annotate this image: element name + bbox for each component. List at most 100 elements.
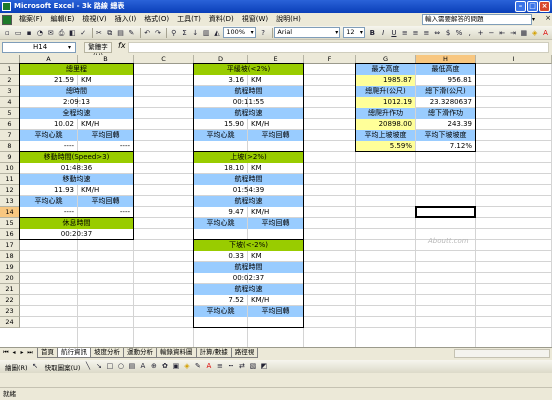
column-header[interactable]: G — [356, 55, 416, 64]
cell-avg-hr-label[interactable]: 平均心跳 — [20, 130, 77, 141]
underline-icon[interactable]: U — [390, 28, 399, 38]
arrow-style-icon[interactable]: ⇄ — [237, 362, 246, 371]
cell-min-alt-label[interactable]: 最低高度 — [416, 64, 475, 75]
line-style-icon[interactable]: ≡ — [215, 362, 224, 371]
column-header[interactable]: F — [304, 55, 356, 64]
row-header[interactable]: 12 — [0, 185, 20, 196]
row-header[interactable]: 5 — [0, 108, 20, 119]
column-header[interactable]: B — [78, 55, 134, 64]
merge-center-icon[interactable]: ⇔ — [433, 28, 442, 38]
row-header[interactable]: 20 — [0, 273, 20, 284]
row-header[interactable]: 23 — [0, 306, 20, 317]
cell-rest-time-value[interactable]: 00:20:37 — [20, 229, 133, 240]
save-icon[interactable]: ▪ — [25, 28, 34, 38]
arrow-icon[interactable]: ↘ — [94, 362, 103, 371]
cell-climb-work-value[interactable]: 20898.00 — [356, 119, 415, 130]
print-preview-icon[interactable]: ◧ — [68, 28, 77, 38]
cell-max-alt-label[interactable]: 最大高度 — [356, 64, 415, 75]
cell-flat-time-value[interactable]: 00:11:55 — [194, 97, 303, 108]
row-header[interactable]: 16 — [0, 229, 20, 240]
row-header[interactable]: 6 — [0, 119, 20, 130]
column-header[interactable]: D — [194, 55, 248, 64]
name-box[interactable]: H14 — [2, 42, 76, 53]
increase-indent-icon[interactable]: ⇥ — [509, 28, 518, 38]
comma-icon[interactable]: , — [465, 28, 474, 38]
undo-icon[interactable]: ↶ — [143, 28, 152, 38]
cell-moving-time-label[interactable]: 移動時間(Speed>3) — [20, 152, 133, 163]
column-header[interactable]: H — [416, 55, 476, 64]
sheet-tab-route[interactable]: 路徑視 — [230, 348, 259, 358]
sheet-tab-exercise-analysis[interactable]: 運動分析 — [123, 348, 157, 358]
prev-sheet-icon[interactable]: ◂ — [10, 348, 18, 358]
sheet-tab-home[interactable]: 首頁 — [37, 348, 58, 358]
new-icon[interactable]: ▫ — [3, 28, 12, 38]
decrease-decimal-icon[interactable]: − — [487, 28, 496, 38]
close-button[interactable]: × — [539, 1, 550, 12]
cell-rest-time-label[interactable]: 休息時間 — [20, 218, 133, 229]
cell-total-descent-value[interactable]: 23.3280637 — [416, 97, 475, 108]
cell-up-label[interactable]: 上坡(>2%) — [194, 152, 303, 163]
cell-down-time-label[interactable]: 航程時間 — [194, 262, 303, 273]
cell-moving-speed-value[interactable]: 11.93 — [20, 185, 77, 196]
document-icon[interactable] — [2, 14, 12, 25]
font-color-icon[interactable]: A — [541, 28, 550, 38]
row-header[interactable]: 8 — [0, 141, 20, 152]
align-right-icon[interactable]: ≡ — [422, 28, 431, 38]
font-size-select[interactable]: 12 — [343, 27, 365, 38]
menu-help[interactable]: 說明(H) — [272, 13, 305, 26]
cell-total-distance-unit[interactable]: KM — [78, 75, 133, 86]
cell-avg-cadence-label[interactable]: 平均回轉 — [78, 130, 133, 141]
font-name-select[interactable]: Arial — [274, 27, 341, 38]
reply-button[interactable]: 繁體字(H) — [84, 42, 112, 60]
3d-icon[interactable]: ◩ — [259, 362, 268, 371]
row-header[interactable]: 19 — [0, 262, 20, 273]
cell-total-descent-label[interactable]: 總下滑(公尺) — [416, 86, 475, 97]
cell-down-time-value[interactable]: 00:02:37 — [194, 273, 303, 284]
cell-down-distance-unit[interactable]: KM — [248, 251, 303, 262]
cell-flat-hr-label[interactable]: 平均心跳 — [194, 130, 247, 141]
cell-flat-label[interactable]: 平緩坡(<2%) — [194, 64, 303, 75]
diagram-icon[interactable]: ⊕ — [149, 362, 158, 371]
cell-max-alt-value[interactable]: 1985.87 — [356, 75, 415, 86]
close-icon[interactable]: × — [545, 14, 551, 22]
increase-decimal-icon[interactable]: + — [476, 28, 485, 38]
menu-data[interactable]: 資料(D) — [205, 13, 238, 26]
cell-up-time-value[interactable]: 01:54:39 — [194, 185, 303, 196]
cell-up-distance-unit[interactable]: KM — [248, 163, 303, 174]
cell-climb-work-label[interactable]: 總爬升作功 — [356, 108, 415, 119]
menu-tools[interactable]: 工具(T) — [173, 13, 205, 26]
row-header[interactable]: 14 — [0, 207, 20, 218]
cell-up-hr-label[interactable]: 平均心跳 — [194, 218, 247, 229]
cell-descent-work-label[interactable]: 總下滑作功 — [416, 108, 475, 119]
cell-total-climb-value[interactable]: 1012.19 — [356, 97, 415, 108]
cell-avg-speed-value[interactable]: 10.02 — [20, 119, 77, 130]
align-left-icon[interactable]: ≡ — [400, 28, 409, 38]
help-icon[interactable]: ? — [259, 28, 268, 38]
shadow-icon[interactable]: ▧ — [248, 362, 257, 371]
print-icon[interactable]: ⎙ — [57, 28, 66, 38]
cell-flat-distance-unit[interactable]: KM — [248, 75, 303, 86]
cell-moving-hr-label[interactable]: 平均心跳 — [20, 196, 77, 207]
horizontal-scrollbar[interactable] — [454, 349, 550, 358]
row-header[interactable]: 4 — [0, 97, 20, 108]
font-color-icon[interactable]: A — [204, 362, 213, 371]
column-header[interactable]: I — [476, 55, 552, 64]
rectangle-icon[interactable]: □ — [105, 362, 114, 371]
menu-window[interactable]: 視窗(W) — [238, 13, 272, 26]
cell-flat-distance[interactable]: 3.16 — [194, 75, 247, 86]
cut-icon[interactable]: ✂ — [95, 28, 104, 38]
sheet-tab-calc-data[interactable]: 計算/數據 — [195, 348, 232, 358]
row-header[interactable]: 10 — [0, 163, 20, 174]
row-header[interactable]: 21 — [0, 284, 20, 295]
cell-total-climb-label[interactable]: 總爬升(公尺) — [356, 86, 415, 97]
row-header[interactable]: 15 — [0, 218, 20, 229]
cell-up-time-label[interactable]: 航程時間 — [194, 174, 303, 185]
menu-file[interactable]: 檔案(F) — [15, 13, 47, 26]
cell-moving-time-value[interactable]: 01:48:36 — [20, 163, 133, 174]
next-sheet-icon[interactable]: ▸ — [18, 348, 26, 358]
cell-moving-cadence-value[interactable]: ---- — [78, 207, 133, 218]
cell-down-speed-unit[interactable]: KM/H — [248, 295, 303, 306]
oval-icon[interactable]: ○ — [116, 362, 125, 371]
last-sheet-icon[interactable]: ⏭ — [26, 348, 34, 358]
cell-total-time-value[interactable]: 2:09:13 — [20, 97, 133, 108]
